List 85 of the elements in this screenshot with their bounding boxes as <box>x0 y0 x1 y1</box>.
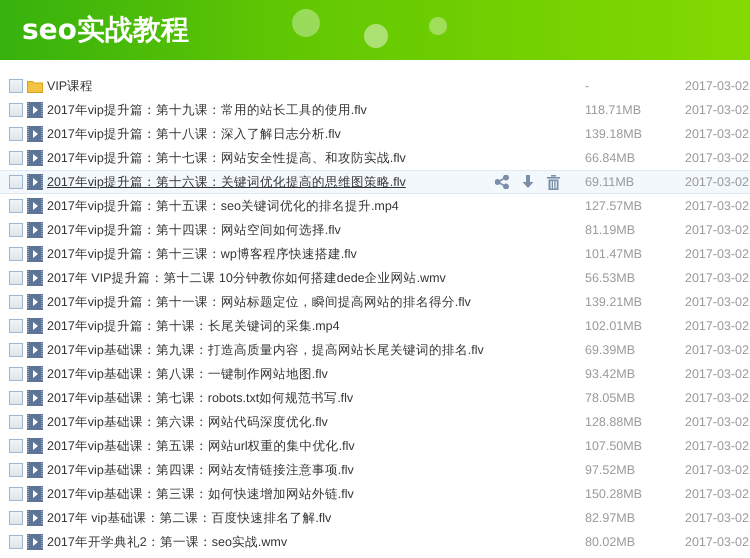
file-name-link[interactable]: 2017年vip提升篇：第十一课：网站标题定位，瞬间提高网站的排名得分.flv <box>47 294 497 310</box>
file-size: 69.39MB <box>585 343 636 357</box>
delete-icon[interactable] <box>547 174 560 190</box>
file-date: 2017-03-02 <box>685 319 749 333</box>
checkbox[interactable] <box>9 175 23 189</box>
checkbox[interactable] <box>9 247 23 261</box>
file-date: 2017-03-02 <box>685 271 749 285</box>
download-icon[interactable] <box>522 175 534 189</box>
file-date: 2017-03-02 <box>685 463 749 477</box>
page-title: seo实战教程 <box>22 12 189 48</box>
file-name-link[interactable]: 2017年vip基础课：第三课：如何快速增加网站外链.flv <box>47 486 497 502</box>
file-size: 128.88MB <box>585 415 642 429</box>
file-name-link[interactable]: 2017年vip提升篇：第十九课：常用的站长工具的使用.flv <box>47 102 497 118</box>
file-date: 2017-03-02 <box>685 79 749 93</box>
file-name-link[interactable]: 2017年vip基础课：第五课：网站url权重的集中优化.flv <box>47 438 497 454</box>
file-date: 2017-03-02 <box>685 439 749 453</box>
checkbox[interactable] <box>9 271 23 285</box>
file-size: 107.50MB <box>585 439 642 453</box>
file-name-link[interactable]: 2017年vip基础课：第九课：打造高质量内容，提高网站长尾关键词的排名.flv <box>47 342 497 358</box>
checkbox[interactable] <box>9 367 23 381</box>
checkbox[interactable] <box>9 199 23 213</box>
file-date: 2017-03-02 <box>685 175 749 189</box>
file-size: 56.53MB <box>585 271 636 285</box>
file-size: 97.52MB <box>585 463 636 477</box>
file-name-link[interactable]: 2017年vip提升篇：第十七课：网站安全性提高、和攻防实战.flv <box>47 150 497 166</box>
file-size: 81.19MB <box>585 223 636 237</box>
file-size: 118.71MB <box>585 103 642 117</box>
file-size: 66.84MB <box>585 151 636 165</box>
file-date: 2017-03-02 <box>685 367 749 381</box>
file-size: 139.21MB <box>585 295 642 309</box>
checkbox[interactable] <box>9 127 23 141</box>
checkbox[interactable] <box>9 535 23 549</box>
file-date: 2017-03-02 <box>685 151 749 165</box>
file-name-link[interactable]: 2017年vip基础课：第七课：robots.txt如何规范书写.flv <box>47 390 497 406</box>
checkbox[interactable] <box>9 223 23 237</box>
file-size: 127.57MB <box>585 199 642 213</box>
file-size: 78.05MB <box>585 391 636 405</box>
checkbox[interactable] <box>9 103 23 117</box>
file-name-link[interactable]: 2017年vip基础课：第六课：网站代码深度优化.flv <box>47 414 497 430</box>
file-name-link[interactable]: 2017年vip基础课：第四课：网站友情链接注意事项.flv <box>47 462 497 478</box>
file-name-link[interactable]: 2017年开学典礼2：第一课：seo实战.wmv <box>47 534 497 550</box>
checkbox[interactable] <box>9 511 23 525</box>
file-size: 80.02MB <box>585 535 636 549</box>
file-size: 139.18MB <box>585 127 642 141</box>
file-size: 150.28MB <box>585 487 642 501</box>
file-name-link[interactable]: VIP课程 <box>47 78 497 94</box>
file-name-link[interactable]: 2017年 VIP提升篇：第十二课 10分钟教你如何搭建dede企业网站.wmv <box>47 270 497 286</box>
checkbox[interactable] <box>9 151 23 165</box>
share-icon[interactable] <box>495 175 509 189</box>
file-name-link[interactable]: 2017年vip提升篇：第十八课：深入了解日志分析.flv <box>47 126 497 142</box>
file-row[interactable]: 2017年vip提升篇：第十六课：关键词优化提高的思维图策略.flv 69.11MB 2017-03-02 <box>0 170 750 194</box>
file-name-link[interactable]: 2017年vip提升篇：第十四课：网站空间如何选择.flv <box>47 222 497 238</box>
file-date: 2017-03-02 <box>685 223 749 237</box>
file-size: 101.47MB <box>585 247 642 261</box>
file-date: 2017-03-02 <box>685 415 749 429</box>
file-size: - <box>585 79 590 93</box>
file-name-link[interactable]: 2017年vip提升篇：第十三课：wp博客程序快速搭建.flv <box>47 246 497 262</box>
file-date: 2017-03-02 <box>685 511 749 525</box>
file-date: 2017-03-02 <box>685 535 749 549</box>
checkbox[interactable] <box>9 319 23 333</box>
file-name-link[interactable]: 2017年vip提升篇：第十课：长尾关键词的采集.mp4 <box>47 318 497 334</box>
checkbox[interactable] <box>9 439 23 453</box>
file-date: 2017-03-02 <box>685 103 749 117</box>
file-date: 2017-03-02 <box>685 343 749 357</box>
file-size: 69.11MB <box>585 175 634 189</box>
file-name-link[interactable]: 2017年vip提升篇：第十五课：seo关键词优化的排名提升.mp4 <box>47 198 497 214</box>
file-date: 2017-03-02 <box>685 391 749 405</box>
file-size: 93.42MB <box>585 367 636 381</box>
checkbox[interactable] <box>9 415 23 429</box>
file-date: 2017-03-02 <box>685 127 749 141</box>
checkbox[interactable] <box>9 487 23 501</box>
checkbox[interactable] <box>9 295 23 309</box>
file-date: 2017-03-02 <box>685 295 749 309</box>
checkbox[interactable] <box>9 79 23 93</box>
file-date: 2017-03-02 <box>685 199 749 213</box>
checkbox[interactable] <box>9 391 23 405</box>
file-name-link[interactable]: 2017年vip提升篇：第十六课：关键词优化提高的思维图策略.flv <box>47 174 497 190</box>
file-date: 2017-03-02 <box>685 247 749 261</box>
file-name-link[interactable]: 2017年vip基础课：第八课：一键制作网站地图.flv <box>47 366 497 382</box>
checkbox[interactable] <box>9 463 23 477</box>
file-size: 102.01MB <box>585 319 642 333</box>
file-date: 2017-03-02 <box>685 487 749 501</box>
checkbox[interactable] <box>9 343 23 357</box>
file-name-link[interactable]: 2017年 vip基础课：第二课：百度快速排名了解.flv <box>47 510 497 526</box>
file-size: 82.97MB <box>585 511 636 525</box>
